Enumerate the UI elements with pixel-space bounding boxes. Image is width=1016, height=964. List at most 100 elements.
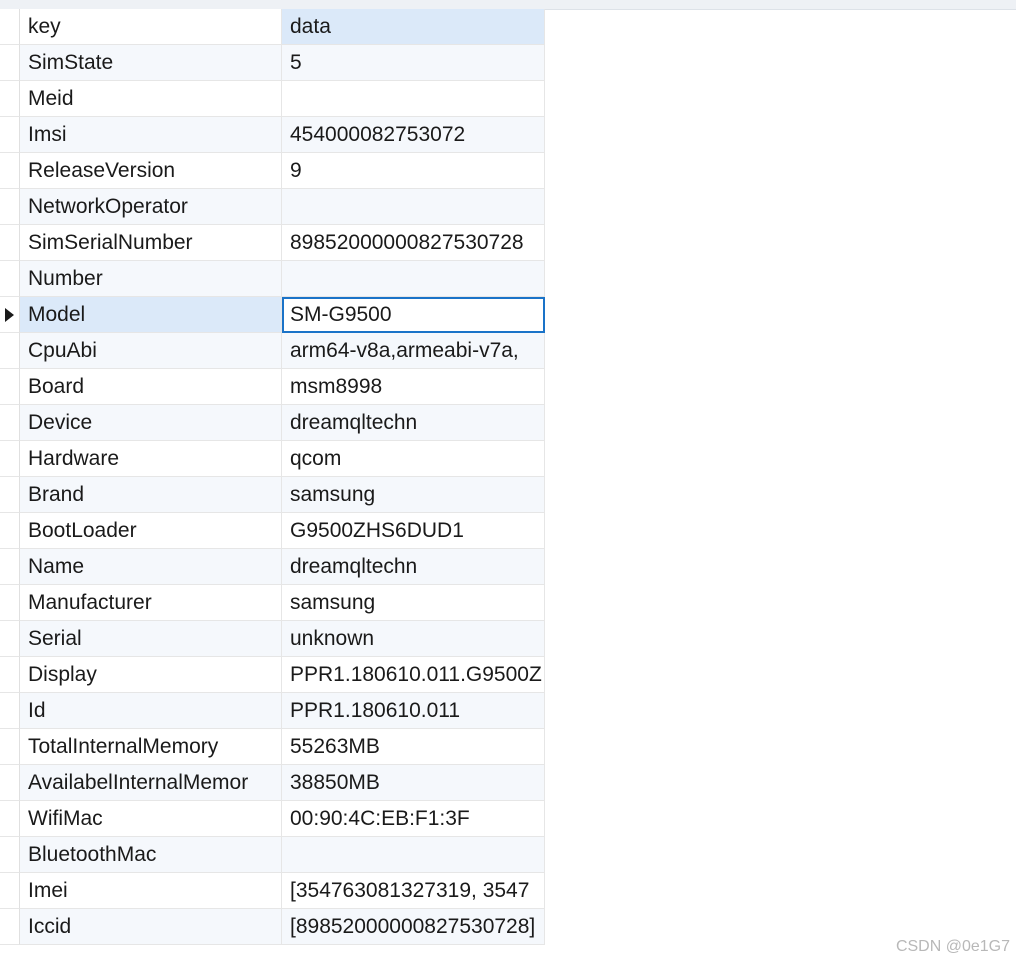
table-row[interactable]: Manufacturer samsung [0,585,545,621]
table-row[interactable]: AvailabelInternalMemor 38850MB [0,765,545,801]
row-indicator-cell[interactable] [0,801,20,837]
row-indicator-cell[interactable] [0,405,20,441]
table-row[interactable]: Id PPR1.180610.011 [0,693,545,729]
row-indicator-cell[interactable] [0,369,20,405]
data-cell[interactable]: PPR1.180610.011.G9500Z [282,657,545,693]
key-cell[interactable]: SimState [20,45,282,81]
data-cell[interactable]: 00:90:4C:EB:F1:3F [282,801,545,837]
row-indicator-cell[interactable] [0,153,20,189]
table-row[interactable]: Serial unknown [0,621,545,657]
key-cell[interactable]: Meid [20,81,282,117]
row-indicator-cell[interactable] [0,549,20,585]
data-cell[interactable]: 9 [282,153,545,189]
row-indicator-cell[interactable] [0,117,20,153]
row-indicator-cell[interactable] [0,657,20,693]
data-cell[interactable]: PPR1.180610.011 [282,693,545,729]
key-cell[interactable]: Display [20,657,282,693]
column-header-data[interactable]: data [282,9,545,45]
data-cell[interactable]: samsung [282,585,545,621]
row-indicator-cell[interactable] [0,729,20,765]
key-cell[interactable]: AvailabelInternalMemor [20,765,282,801]
row-indicator-cell[interactable] [0,261,20,297]
row-indicator-cell[interactable] [0,225,20,261]
table-row[interactable]: Hardware qcom [0,441,545,477]
table-row[interactable]: NetworkOperator [0,189,545,225]
table-row[interactable]: BluetoothMac [0,837,545,873]
data-cell[interactable]: dreamqltechn [282,549,545,585]
row-indicator-cell[interactable] [0,693,20,729]
table-row[interactable]: CpuAbi arm64-v8a,armeabi-v7a, [0,333,545,369]
table-row[interactable]: WifiMac 00:90:4C:EB:F1:3F [0,801,545,837]
data-cell[interactable]: dreamqltechn [282,405,545,441]
key-cell[interactable]: Model [20,297,282,333]
data-cell[interactable]: samsung [282,477,545,513]
table-row[interactable]: Iccid [89852000000827530728] [0,909,545,945]
key-cell[interactable]: Board [20,369,282,405]
row-indicator-cell[interactable] [0,189,20,225]
data-cell[interactable]: unknown [282,621,545,657]
key-cell[interactable]: ReleaseVersion [20,153,282,189]
key-cell[interactable]: Imei [20,873,282,909]
key-cell[interactable]: Manufacturer [20,585,282,621]
table-row[interactable]: SimSerialNumber 89852000000827530728 [0,225,545,261]
table-row[interactable]: Imsi 454000082753072 [0,117,545,153]
data-cell[interactable] [282,189,545,225]
key-cell[interactable]: Hardware [20,441,282,477]
data-cell[interactable] [282,837,545,873]
key-cell[interactable]: BluetoothMac [20,837,282,873]
table-row[interactable]: Display PPR1.180610.011.G9500Z [0,657,545,693]
row-indicator-cell[interactable] [0,513,20,549]
table-row[interactable]: Device dreamqltechn [0,405,545,441]
key-cell[interactable]: BootLoader [20,513,282,549]
row-indicator-cell[interactable] [0,621,20,657]
table-row[interactable]: Imei [354763081327319, 3547 [0,873,545,909]
table-row[interactable]: ReleaseVersion 9 [0,153,545,189]
row-indicator-cell[interactable] [0,81,20,117]
key-cell[interactable]: SimSerialNumber [20,225,282,261]
table-row[interactable]: Board msm8998 [0,369,545,405]
column-header-key[interactable]: key [20,9,282,45]
table-row[interactable]: BootLoader G9500ZHS6DUD1 [0,513,545,549]
data-cell[interactable] [282,81,545,117]
row-indicator-cell[interactable] [0,45,20,81]
data-cell[interactable]: 38850MB [282,765,545,801]
data-cell[interactable]: G9500ZHS6DUD1 [282,513,545,549]
data-cell[interactable]: 454000082753072 [282,117,545,153]
key-cell[interactable]: Number [20,261,282,297]
data-cell[interactable]: 55263MB [282,729,545,765]
data-cell[interactable] [282,261,545,297]
data-cell[interactable]: arm64-v8a,armeabi-v7a, [282,333,545,369]
table-row[interactable]: Brand samsung [0,477,545,513]
row-indicator-cell[interactable] [0,765,20,801]
data-cell[interactable]: [89852000000827530728] [282,909,545,945]
row-indicator-cell[interactable] [0,477,20,513]
key-cell[interactable]: Device [20,405,282,441]
data-cell[interactable]: msm8998 [282,369,545,405]
data-cell[interactable]: 5 [282,45,545,81]
key-cell[interactable]: Iccid [20,909,282,945]
data-cell[interactable]: SM-G9500 [282,297,545,333]
table-row[interactable]: Meid [0,81,545,117]
row-indicator-cell[interactable] [0,585,20,621]
data-cell[interactable]: qcom [282,441,545,477]
row-indicator-cell[interactable] [0,297,20,333]
table-row[interactable]: Model SM-G9500 [0,297,545,333]
key-cell[interactable]: CpuAbi [20,333,282,369]
key-cell[interactable]: Serial [20,621,282,657]
key-cell[interactable]: Imsi [20,117,282,153]
row-indicator-cell[interactable] [0,909,20,945]
data-cell[interactable]: [354763081327319, 3547 [282,873,545,909]
row-indicator-cell[interactable] [0,837,20,873]
key-cell[interactable]: Id [20,693,282,729]
table-row[interactable]: SimState 5 [0,45,545,81]
table-row[interactable]: Number [0,261,545,297]
row-indicator-cell[interactable] [0,441,20,477]
key-cell[interactable]: TotalInternalMemory [20,729,282,765]
key-cell[interactable]: NetworkOperator [20,189,282,225]
key-cell[interactable]: WifiMac [20,801,282,837]
table-row[interactable]: TotalInternalMemory 55263MB [0,729,545,765]
table-row[interactable]: Name dreamqltechn [0,549,545,585]
key-cell[interactable]: Name [20,549,282,585]
row-indicator-cell[interactable] [0,333,20,369]
data-cell[interactable]: 89852000000827530728 [282,225,545,261]
